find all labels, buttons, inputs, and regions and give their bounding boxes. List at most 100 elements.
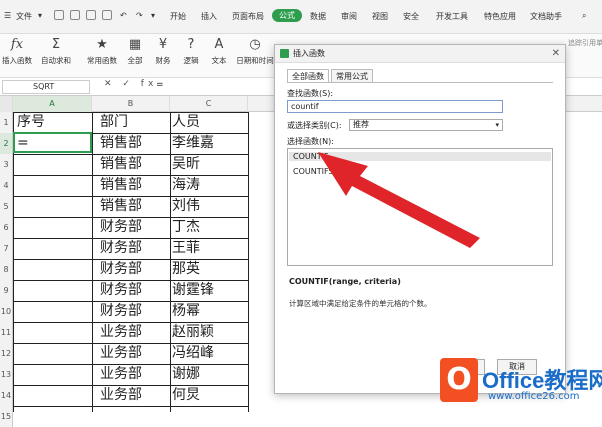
table-cell[interactable]: 李维嘉 (172, 133, 248, 154)
search-icon[interactable]: ⌕ (582, 11, 586, 21)
table-cell[interactable]: 业务部 (100, 343, 170, 364)
tab-featured-apps[interactable]: 特色应用 (484, 11, 516, 22)
tab-page-layout[interactable]: 页面布局 (232, 11, 264, 22)
category-select[interactable]: 推荐 ▾ (349, 119, 503, 131)
formula-input[interactable]: = (156, 80, 164, 90)
table-cell[interactable]: 杨幂 (172, 301, 248, 322)
table-cell[interactable]: 财务部 (100, 280, 170, 301)
autosum-button[interactable]: Σ 自动求和 (38, 34, 74, 78)
table-cell[interactable]: 序号 (17, 112, 92, 133)
grid-line (13, 364, 248, 365)
list-item-countif[interactable]: COUNTIF (289, 152, 551, 161)
table-cell[interactable]: 何炅 (172, 385, 248, 406)
format-painter-icon[interactable] (102, 10, 112, 20)
table-cell[interactable]: 部门 (100, 112, 170, 133)
tab-insert[interactable]: 插入 (201, 11, 217, 22)
table-cell[interactable]: 财务部 (100, 259, 170, 280)
table-cell[interactable]: 那英 (172, 259, 248, 280)
select-all-corner[interactable] (0, 96, 13, 112)
table-cell[interactable]: 销售部 (100, 175, 170, 196)
table-cell[interactable]: 吴昕 (172, 154, 248, 175)
table-cell[interactable]: 刘伟 (172, 196, 248, 217)
row-header[interactable]: 5 (0, 196, 13, 217)
tab-security[interactable]: 安全 (403, 11, 419, 22)
table-cell[interactable]: 销售部 (100, 154, 170, 175)
grid-line (13, 154, 248, 155)
function-list[interactable]: COUNTIF COUNTIFS (287, 148, 553, 266)
function-list-label: 选择函数(N): (287, 137, 334, 146)
table-cell[interactable]: 赵丽颖 (172, 322, 248, 343)
quick-access-dropdown-icon[interactable]: ▾ (151, 11, 155, 20)
text-functions-button[interactable]: A 文本 (206, 34, 232, 78)
tab-common-formulas[interactable]: 常用公式 (331, 69, 373, 83)
function-search-input[interactable]: countif (287, 100, 503, 113)
row-header[interactable]: 10 (0, 301, 13, 322)
all-functions-button[interactable]: ▦ 全部 (122, 34, 148, 78)
hamburger-menu-icon[interactable]: ☰ (4, 11, 11, 20)
column-header-a[interactable]: A (13, 96, 92, 112)
row-header[interactable]: 12 (0, 343, 13, 364)
insert-function-button[interactable]: fx 插入函数 (0, 34, 34, 78)
column-header-c[interactable]: C (170, 96, 248, 112)
table-cell[interactable]: 财务部 (100, 217, 170, 238)
logical-functions-button[interactable]: ? 逻辑 (178, 34, 204, 78)
table-cell[interactable]: 人员 (172, 112, 248, 133)
tab-developer-tools[interactable]: 开发工具 (436, 11, 468, 22)
list-item-countifs[interactable]: COUNTIFS (293, 167, 334, 176)
app-icon (280, 49, 289, 58)
tab-start[interactable]: 开始 (170, 11, 186, 22)
table-cell[interactable]: 冯绍峰 (172, 343, 248, 364)
tab-formulas[interactable]: 公式 (272, 9, 302, 22)
table-cell[interactable]: 丁杰 (172, 217, 248, 238)
table-cell[interactable]: 业务部 (100, 364, 170, 385)
table-cell[interactable]: 谢霆锋 (172, 280, 248, 301)
row-header[interactable]: 14 (0, 385, 13, 406)
table-cell[interactable]: 谢娜 (172, 364, 248, 385)
table-cell[interactable]: 海涛 (172, 175, 248, 196)
table-cell[interactable]: 财务部 (100, 238, 170, 259)
fx-icon: fx (10, 37, 24, 52)
row-header[interactable]: 3 (0, 154, 13, 175)
tab-document-assistant[interactable]: 文档助手 (530, 11, 562, 22)
file-menu[interactable]: 文件 (16, 11, 32, 22)
tab-review[interactable]: 审阅 (341, 11, 357, 22)
grid-line (170, 112, 171, 412)
name-box[interactable]: SQRT (2, 80, 90, 94)
close-icon[interactable]: ✕ (552, 48, 560, 59)
column-header-b[interactable]: B (92, 96, 170, 112)
row-header[interactable]: 6 (0, 217, 13, 238)
table-cell[interactable]: 业务部 (100, 322, 170, 343)
tab-all-functions[interactable]: 全部函数 (287, 69, 329, 83)
file-dropdown-icon[interactable]: ▾ (38, 11, 42, 20)
grid-line (13, 259, 248, 260)
row-header[interactable]: 11 (0, 322, 13, 343)
table-cell[interactable]: 财务部 (100, 301, 170, 322)
row-header[interactable]: 8 (0, 259, 13, 280)
row-header[interactable]: 13 (0, 364, 13, 385)
row-header[interactable]: 9 (0, 280, 13, 301)
table-cell[interactable]: 销售部 (100, 196, 170, 217)
trace-precedents-button[interactable]: 追踪引用单元格 (568, 38, 602, 48)
date-time-functions-button[interactable]: ◷ 日期和时间 (236, 34, 274, 78)
table-cell[interactable]: 销售部 (100, 133, 170, 154)
tab-view[interactable]: 视图 (372, 11, 388, 22)
formula-bar-icons[interactable]: ✕ ✓ fx (104, 79, 157, 89)
table-cell[interactable]: 王菲 (172, 238, 248, 259)
financial-functions-button[interactable]: ¥ 财务 (150, 34, 176, 78)
tab-data[interactable]: 数据 (310, 11, 326, 22)
row-header[interactable]: 2 (0, 133, 13, 154)
row-header[interactable]: 7 (0, 238, 13, 259)
common-functions-button[interactable]: ★ 常用函数 (82, 34, 122, 78)
row-header[interactable]: 15 (0, 406, 13, 427)
category-label: 或选择类别(C): (287, 121, 342, 130)
table-cell[interactable]: 业务部 (100, 385, 170, 406)
print-icon[interactable] (70, 10, 80, 20)
row-header[interactable]: 4 (0, 175, 13, 196)
active-cell-a2[interactable] (13, 132, 92, 153)
watermark-url: www.office26.com (488, 391, 580, 402)
redo-icon[interactable]: ↷ (136, 11, 143, 20)
save-icon[interactable] (54, 10, 64, 20)
row-header[interactable]: 1 (0, 112, 13, 133)
print-preview-icon[interactable] (86, 10, 96, 20)
undo-icon[interactable]: ↶ (120, 11, 127, 20)
